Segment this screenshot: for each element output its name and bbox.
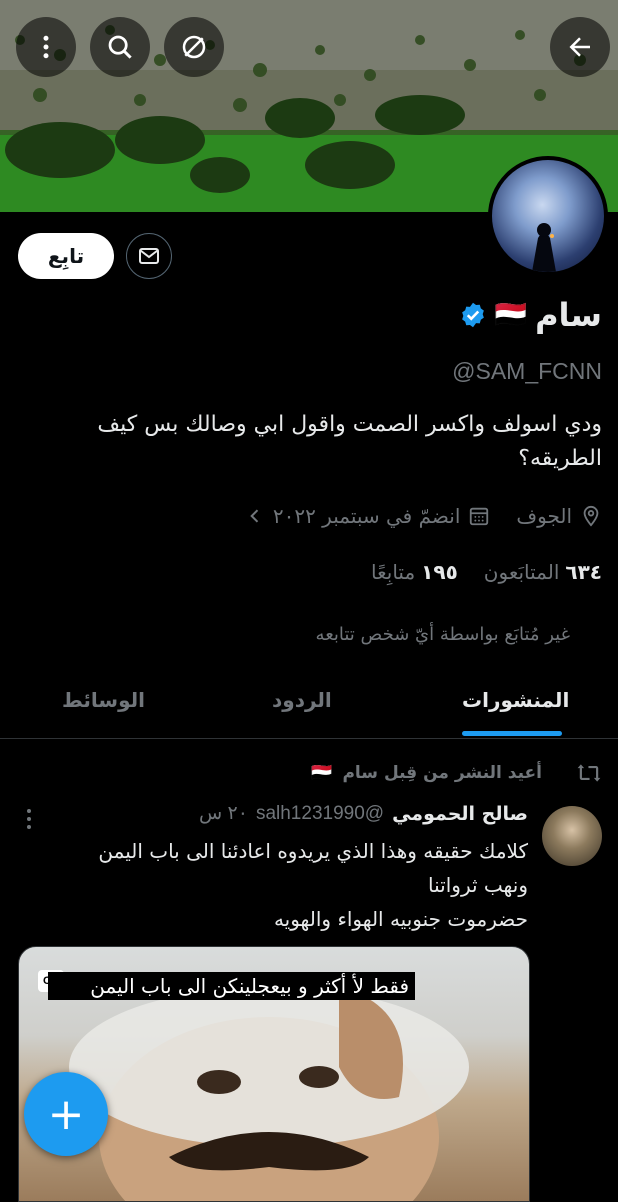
calendar-icon [470, 507, 489, 526]
location-pin-icon [583, 505, 599, 527]
compose-fab-button[interactable]: + [24, 1072, 108, 1156]
followers-link[interactable]: ٦٣٤المتابَعون [484, 560, 602, 584]
profile-name-row: سام 🇾🇪 [459, 296, 602, 334]
profile-bio: ودي اسولف واكسر الصمت واقول ابي وصالك بس… [97, 412, 602, 471]
following-link[interactable]: ١٩٥متابِعًا [371, 560, 458, 584]
post-author-name[interactable]: صالح الحمومي [392, 803, 528, 825]
tab-posts[interactable]: المنشورات [462, 688, 569, 712]
repost-flag-icon: 🇾🇪 [311, 763, 333, 783]
following-count: ١٩٥ [421, 560, 458, 584]
active-tab-indicator [462, 731, 562, 736]
repost-indicator: أعيد النشر من قِبل سام 🇾🇪 [311, 760, 602, 786]
chevron-left-icon[interactable] [245, 506, 265, 526]
avatar-image [532, 223, 556, 272]
post-text-line: حضرموت جنوبيه الهواء والهويه [273, 907, 528, 931]
following-label: متابِعًا [371, 560, 416, 584]
followers-label: المتابَعون [483, 560, 560, 584]
search-button[interactable] [90, 17, 150, 77]
follow-button[interactable]: تابِع [18, 233, 114, 279]
arrow-left-icon [569, 37, 590, 57]
repost-icon [577, 764, 601, 782]
post-time: ٢٠ س [199, 803, 248, 824]
search-icon [108, 35, 132, 59]
profile-stats: ٦٣٤المتابَعون ١٩٥متابِعًا [371, 560, 602, 584]
profile-handle: @SAM_FCNN [452, 358, 602, 384]
tab-media[interactable]: الوسائط [62, 688, 145, 712]
post-author-avatar[interactable] [542, 806, 602, 866]
profile-location: الجوف [516, 504, 572, 528]
repost-label[interactable]: أعيد النشر من قِبل سام [342, 763, 542, 783]
post-author-handle[interactable]: @salh1231990 [256, 803, 384, 825]
post-more-button[interactable] [24, 808, 34, 834]
profile-avatar[interactable] [488, 156, 608, 276]
translate-off-icon [182, 35, 206, 59]
more-button[interactable] [16, 17, 76, 77]
message-button[interactable] [126, 233, 172, 279]
more-vertical-icon [27, 809, 31, 829]
post-text-line: كلامك حقيقه وهذا الذي يريدوه اعادئنا الى… [98, 839, 528, 863]
profile-tabs: المنشورات الردود الوسائط [0, 670, 618, 739]
tab-replies[interactable]: الردود [272, 688, 332, 712]
yemen-flag-icon: 🇾🇪 [494, 300, 528, 330]
profile-meta: الجوف انضمّ في سبتمبر ٢٠٢٢ [245, 504, 602, 528]
envelope-icon [139, 248, 159, 264]
more-vertical-icon [43, 35, 49, 59]
profile-joined-date: انضمّ في سبتمبر ٢٠٢٢ [272, 504, 461, 528]
translate-button[interactable] [164, 17, 224, 77]
video-caption: فقط لأ أكثر و بيعجلينكن الى باب اليمن [48, 972, 415, 1000]
verified-badge-icon[interactable] [459, 301, 487, 329]
post-text: كلامك حقيقه وهذا الذي يريدوه اعادئنا الى… [40, 834, 528, 936]
plus-icon: + [47, 1088, 85, 1140]
post-header: صالح الحمومي @salh1231990 ٢٠ س [199, 802, 528, 825]
back-button[interactable] [550, 17, 610, 77]
followers-count: ٦٣٤ [565, 560, 602, 584]
profile-name: سام [535, 296, 602, 334]
not-followed-note: غير مُتابَع بواسطة أيّ شخص تتابعه [315, 624, 570, 645]
post-text-line: ونهب ثرواتنا [428, 873, 528, 897]
